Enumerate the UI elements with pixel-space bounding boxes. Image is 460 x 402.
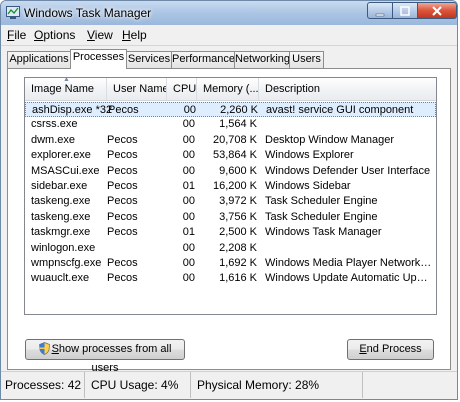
cpu-cell: 00 (182, 210, 195, 223)
status-cpu-usage: CPU Usage: 4% (87, 372, 191, 398)
table-row[interactable]: taskmgr.exe Pecos 01 2,500 K Windows Task Ma… (25, 225, 436, 240)
user-name-cell: Pecos (107, 257, 138, 269)
description-cell: Desktop Window Manager (265, 133, 395, 146)
memory-cell: 2,260 K (220, 104, 258, 116)
description-cell: Windows Update Automatic Updates (265, 272, 433, 285)
user-name-cell: Pecos (107, 164, 138, 177)
end-process-button[interactable]: End Process (347, 339, 434, 360)
minimize-icon (375, 13, 385, 17)
menu-options[interactable]: Options (34, 28, 75, 42)
cpu-cell: 00 (182, 241, 195, 254)
menu-view[interactable]: View (87, 28, 113, 42)
cpu-cell: 00 (183, 104, 196, 116)
table-row[interactable]: wmpnscfg.exe Pecos 00 1,692 K Windows Media … (25, 256, 436, 271)
memory-cell: 1,616 K (219, 272, 257, 285)
memory-cell: 1,692 K (219, 257, 257, 269)
user-name-cell: Pecos (107, 180, 138, 192)
show-all-processes-button[interactable]: Show processes from all users (25, 339, 185, 374)
close-icon (432, 6, 442, 16)
close-button[interactable] (417, 2, 457, 19)
memory-cell: 2,208 K (219, 241, 257, 254)
cpu-cell: 00 (182, 164, 195, 177)
sort-ascending-icon: ▲ (63, 78, 70, 83)
table-row[interactable]: dwm.exe Pecos 00 20,708 K Desktop Window Man… (25, 133, 436, 148)
table-row[interactable]: MSASCui.exe Pecos 00 9,600 K Windows Defende… (25, 164, 436, 179)
status-bar: Processes: 42 CPU Usage: 4% Physical Mem… (1, 371, 457, 399)
table-row[interactable]: sidebar.exe Pecos 01 16,200 K Windows Sideba… (25, 179, 436, 194)
window-title: Windows Task Manager (24, 6, 152, 20)
cpu-cell: 00 (182, 149, 195, 162)
cpu-cell: 00 (182, 257, 195, 269)
cpu-cell: 01 (182, 180, 195, 192)
table-row[interactable]: csrss.exe 00 1,564 K (25, 117, 436, 132)
uac-shield-icon (38, 342, 50, 355)
description-cell: Task Scheduler Engine (265, 195, 378, 208)
user-name-cell: Pecos (107, 226, 138, 239)
user-name-cell: Pecos (107, 149, 138, 162)
memory-cell: 16,200 K (212, 180, 257, 192)
description-cell (265, 241, 433, 256)
memory-cell: 53,864 K (212, 149, 257, 162)
column-description[interactable]: Description (259, 78, 436, 100)
user-name-cell: Pecos (107, 272, 138, 285)
tab-applications[interactable]: Applications (7, 51, 71, 68)
maximize-button[interactable] (392, 2, 418, 19)
status-processes: Processes: 42 (1, 372, 85, 398)
menu-bar: File Options View Help (1, 25, 457, 46)
description-cell: Task Scheduler Engine (265, 210, 378, 223)
description-cell: Windows Media Player Network Shari... (265, 257, 433, 269)
processes-panel: ▲ Image Name User Name CPU Memory (... D… (7, 68, 451, 374)
tab-users[interactable]: Users (289, 51, 324, 68)
menu-help[interactable]: Help (122, 28, 147, 42)
memory-cell: 3,972 K (219, 195, 257, 208)
tab-processes[interactable]: Processes (70, 49, 127, 69)
user-name-cell (107, 241, 167, 256)
tab-networking[interactable]: Networking (234, 51, 290, 68)
description-cell: Windows Sidebar (265, 180, 351, 192)
user-name-cell: Pecos (107, 195, 138, 208)
tab-performance[interactable]: Performance (171, 51, 235, 68)
memory-cell: 20,708 K (212, 133, 257, 146)
description-cell: Windows Task Manager (265, 226, 382, 239)
process-list[interactable]: ▲ Image Name User Name CPU Memory (... D… (24, 77, 437, 315)
user-name-cell: Pecos (107, 133, 138, 146)
cpu-cell: 00 (182, 118, 195, 131)
memory-cell: 2,500 K (219, 226, 257, 239)
memory-cell: 3,756 K (219, 210, 257, 223)
table-row[interactable]: ashDisp.exe *32 Pecos 00 2,260 Kavast! serv… (25, 102, 436, 117)
column-user-name[interactable]: User Name (107, 78, 167, 100)
memory-cell: 9,600 K (219, 164, 257, 177)
tab-services[interactable]: Services (126, 51, 172, 68)
table-row[interactable]: explorer.exe Pecos 00 53,864 K Windows Explo… (25, 148, 436, 163)
main-area: Applications Processes Services Performa… (1, 46, 457, 374)
user-name-cell: Pecos (108, 104, 139, 116)
user-name-cell (107, 117, 167, 132)
cpu-cell: 00 (182, 133, 195, 146)
table-row[interactable]: wuauclt.exe Pecos 00 1,616 K Windows Update … (25, 271, 436, 286)
cpu-cell: 01 (182, 226, 195, 239)
title-bar[interactable]: Windows Task Manager (1, 1, 457, 25)
menu-file[interactable]: File (7, 28, 26, 42)
description-cell: avast! service GUI component (266, 104, 414, 116)
table-row[interactable]: taskeng.exe Pecos 00 3,972 K Task Scheduler … (25, 194, 436, 209)
task-manager-window: Windows Task Manager File Options View H… (0, 0, 458, 400)
description-cell: Windows Defender User Interface (265, 164, 431, 177)
memory-cell: 1,564 K (219, 118, 257, 131)
cpu-cell: 00 (182, 195, 195, 208)
user-name-cell: Pecos (107, 210, 138, 223)
description-cell: Windows Explorer (265, 149, 354, 162)
cpu-cell: 00 (182, 272, 195, 285)
description-cell (265, 117, 433, 132)
task-manager-app-icon (6, 6, 20, 19)
table-row[interactable]: winlogon.exe 00 2,208 K (25, 241, 436, 256)
minimize-button[interactable] (367, 2, 393, 19)
column-cpu[interactable]: CPU (167, 78, 197, 100)
maximize-icon (400, 6, 410, 16)
list-header: ▲ Image Name User Name CPU Memory (... D… (25, 78, 436, 101)
column-memory[interactable]: Memory (... (197, 78, 259, 100)
status-physical-memory: Physical Memory: 28% (193, 372, 363, 398)
table-row[interactable]: taskeng.exe Pecos 00 3,756 K Task Scheduler … (25, 210, 436, 225)
column-image-name[interactable]: ▲ Image Name (25, 78, 107, 100)
